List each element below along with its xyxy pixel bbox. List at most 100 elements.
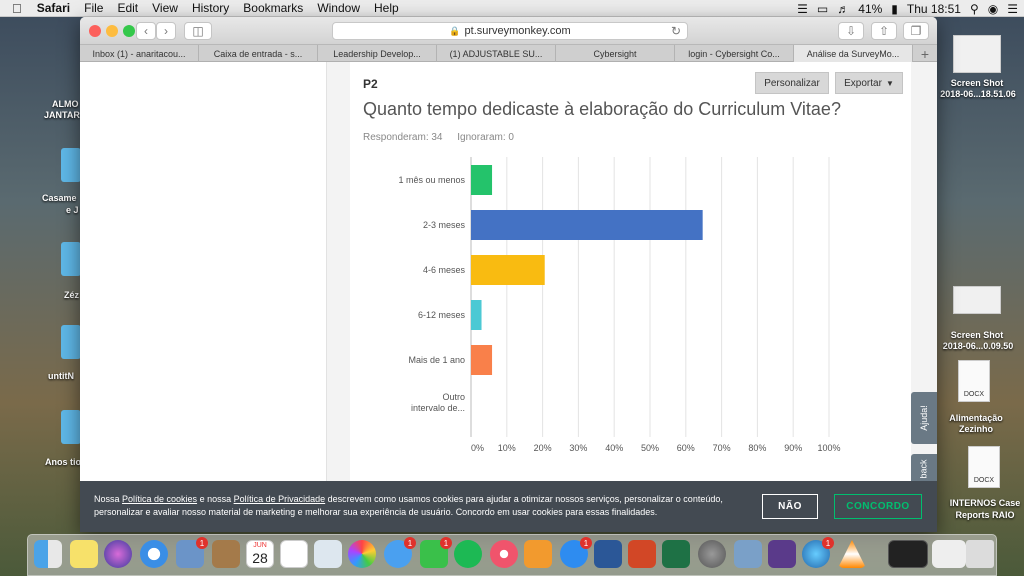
spotlight-icon[interactable]: ⚲ <box>970 2 979 16</box>
tab-leadership[interactable]: Leadership Develop... <box>318 45 437 62</box>
desktop-label[interactable]: JANTAR <box>44 110 80 121</box>
folder-icon[interactable] <box>61 148 81 182</box>
desktop-label[interactable]: Screen Shot <box>946 78 1008 89</box>
facetime-icon[interactable]: 1 <box>420 537 452 568</box>
share-icon[interactable]: ⇧ <box>871 22 897 40</box>
help-tab[interactable]: Ajuda! <box>911 392 937 444</box>
tab-cybersight[interactable]: Cybersight <box>556 45 675 62</box>
docx-file-icon[interactable]: DOCX <box>958 360 990 402</box>
x-tick-label: 100% <box>817 443 840 453</box>
reminders-icon[interactable] <box>280 540 308 568</box>
desktop-label[interactable]: 2018-06...0.09.50 <box>937 341 1019 352</box>
tab-caixa-entrada[interactable]: Caixa de entrada - s... <box>199 45 318 62</box>
battery-percent[interactable]: 41% <box>858 2 882 16</box>
maximize-window-button[interactable] <box>123 25 135 37</box>
menu-history[interactable]: History <box>185 1 236 15</box>
back-button[interactable]: ‹ <box>136 22 156 40</box>
tab-adjustable[interactable]: (1) ADJUSTABLE SU... <box>437 45 556 62</box>
decline-cookies-button[interactable]: NÃO <box>762 494 818 519</box>
excel-icon[interactable] <box>662 540 690 568</box>
lock-icon: 🔒 <box>449 25 461 36</box>
imovie-icon[interactable] <box>768 540 796 568</box>
screenshot-thumbnail-icon[interactable] <box>953 35 1001 73</box>
network-icon[interactable]: 1 <box>802 537 834 568</box>
wifi-icon[interactable]: ☰ <box>797 2 808 16</box>
volume-icon[interactable]: ♬ <box>837 2 849 16</box>
desktop-label[interactable]: Alimentação <box>940 413 1012 424</box>
clock[interactable]: Thu 18:51 <box>907 2 961 16</box>
siri-icon[interactable] <box>104 540 132 568</box>
menu-help[interactable]: Help <box>367 1 406 15</box>
menu-window[interactable]: Window <box>310 1 367 15</box>
desktop-label[interactable]: Zéz <box>64 290 79 301</box>
folder-icon[interactable] <box>61 242 81 276</box>
minimize-window-button[interactable] <box>106 25 118 37</box>
preview-icon[interactable] <box>314 540 342 568</box>
menu-view[interactable]: View <box>145 1 185 15</box>
airplay-icon[interactable]: ▭ <box>817 2 828 16</box>
app-store-icon[interactable]: 1 <box>560 537 592 568</box>
menu-app-name[interactable]: Safari <box>30 1 77 15</box>
vlc-icon[interactable] <box>838 540 866 568</box>
downloads-icon[interactable]: ⇩ <box>838 22 864 40</box>
desktop-label[interactable]: Zezinho <box>940 424 1012 435</box>
close-window-button[interactable] <box>89 25 101 37</box>
minimized-window-icon[interactable] <box>932 540 966 568</box>
messages-icon[interactable]: 1 <box>384 537 416 568</box>
user-icon[interactable]: ◉ <box>988 2 998 16</box>
desktop-label[interactable]: 2018-06...18.51.06 <box>937 89 1019 100</box>
desktop-label[interactable]: untitN <box>48 371 74 382</box>
sidebar-toggle-icon[interactable]: ◫ <box>184 22 212 40</box>
new-tab-icon[interactable]: + <box>913 45 937 62</box>
reload-icon[interactable]: ↻ <box>671 24 681 38</box>
image-capture-icon[interactable] <box>734 540 762 568</box>
minimized-window-icon[interactable] <box>888 540 928 568</box>
desktop-label[interactable]: Casame <box>42 193 77 204</box>
ibooks-icon[interactable] <box>524 540 552 568</box>
export-button[interactable]: Exportar ▼ <box>835 72 903 94</box>
privacy-policy-link[interactable]: Política de Privacidade <box>234 494 326 504</box>
folder-icon[interactable] <box>61 410 81 444</box>
system-preferences-icon[interactable] <box>698 540 726 568</box>
desktop-label[interactable]: Screen Shot <box>946 330 1008 341</box>
desktop-label[interactable]: Anos tio <box>45 457 81 468</box>
menu-edit[interactable]: Edit <box>110 1 145 15</box>
menu-file[interactable]: File <box>77 1 110 15</box>
notes-icon[interactable] <box>70 540 98 568</box>
powerpoint-icon[interactable] <box>628 540 656 568</box>
customize-button[interactable]: Personalizar <box>755 72 829 94</box>
folder-icon[interactable] <box>61 325 81 359</box>
tab-surveymonkey-analysis[interactable]: Análise da SurveyMo... <box>794 45 913 62</box>
cookie-policy-link[interactable]: Política de cookies <box>122 494 197 504</box>
mail-icon[interactable]: 1 <box>176 537 208 568</box>
tabs-overview-icon[interactable]: ❐ <box>903 22 929 40</box>
desktop-label[interactable]: Reports RAIO <box>946 510 1024 521</box>
battery-icon[interactable]: ▮ <box>891 2 898 16</box>
desktop-label[interactable]: ALMO <box>52 99 79 110</box>
address-bar[interactable]: 🔒 pt.surveymonkey.com ↻ <box>332 22 688 40</box>
trash-icon[interactable] <box>966 540 994 568</box>
screenshot-thumbnail-icon[interactable] <box>953 286 1001 314</box>
spotify-icon[interactable] <box>454 540 482 568</box>
x-tick-label: 90% <box>784 443 802 453</box>
forward-button[interactable]: › <box>156 22 176 40</box>
feedback-tab[interactable]: back <box>911 454 937 484</box>
calendar-icon[interactable]: JUN 28 <box>246 540 274 568</box>
desktop-label[interactable]: INTERNOS Case <box>946 498 1024 509</box>
notification-badge: 1 <box>196 537 208 549</box>
finder-icon[interactable] <box>34 540 62 568</box>
apple-menu-icon[interactable]:  <box>0 1 30 16</box>
docx-file-icon[interactable]: DOCX <box>968 446 1000 488</box>
word-icon[interactable] <box>594 540 622 568</box>
notification-center-icon[interactable]: ☰ <box>1007 2 1018 16</box>
accept-cookies-button[interactable]: CONCORDO <box>834 494 922 519</box>
itunes-icon[interactable] <box>490 540 518 568</box>
x-tick-label: 70% <box>713 443 731 453</box>
menu-bookmarks[interactable]: Bookmarks <box>236 1 310 15</box>
photos-icon[interactable] <box>348 540 376 568</box>
tab-login-cybersight[interactable]: login - Cybersight Co... <box>675 45 794 62</box>
desktop-label[interactable]: e J <box>66 205 79 216</box>
contacts-icon[interactable] <box>212 540 240 568</box>
tab-inbox[interactable]: Inbox (1) - anaritacou... <box>80 45 199 62</box>
safari-icon[interactable] <box>140 540 168 568</box>
